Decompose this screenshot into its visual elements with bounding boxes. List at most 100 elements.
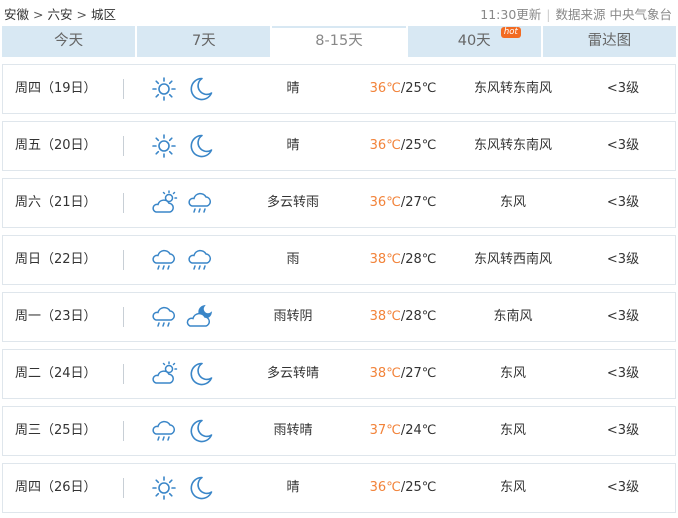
wind-direction: 东风 bbox=[499, 195, 526, 210]
forecast-row: 周六（21日） 多云转雨 36℃/27℃ 东风 <3级 bbox=[2, 178, 676, 228]
moon-icon bbox=[185, 75, 215, 103]
low-temperature: /24℃ bbox=[400, 423, 437, 438]
data-source-label: 数据来源 中央气象台 bbox=[555, 7, 672, 22]
temperature: 37℃/24℃ bbox=[353, 407, 453, 455]
breadcrumb-separator: > bbox=[33, 7, 44, 22]
row-divider bbox=[123, 364, 124, 384]
low-temperature: /27℃ bbox=[400, 366, 437, 381]
weather-icons bbox=[149, 474, 215, 502]
tab-7-days[interactable]: 7天 bbox=[137, 26, 271, 57]
breadcrumb-city[interactable]: 六安 bbox=[48, 7, 73, 22]
breadcrumb: 安徽 > 六安 > 城区 bbox=[4, 4, 116, 23]
high-temperature: 38℃ bbox=[369, 252, 401, 267]
top-bar: 安徽 > 六安 > 城区 11:30更新 | 数据来源 中央气象台 bbox=[0, 0, 678, 24]
forecast-day: 周四（19日） bbox=[15, 81, 97, 96]
weather-icons bbox=[149, 417, 215, 445]
high-temperature: 38℃ bbox=[369, 309, 401, 324]
weather-icons bbox=[149, 246, 215, 274]
wind-direction: 东风转西南风 bbox=[473, 252, 552, 267]
tab-radar[interactable]: 雷达图 bbox=[542, 26, 677, 57]
sun-icon bbox=[149, 75, 179, 103]
breadcrumb-district[interactable]: 城区 bbox=[91, 7, 116, 22]
partly-cloudy-icon bbox=[149, 189, 179, 217]
high-temperature: 36℃ bbox=[369, 480, 401, 495]
forecast-row: 周三（25日） 雨转晴 37℃/24℃ 东风 <3级 bbox=[2, 406, 676, 456]
wind-level: <3级 bbox=[606, 366, 640, 381]
forecast-row: 周五（20日） 晴 36℃/25℃ 东风转东南风 <3级 bbox=[2, 121, 676, 171]
weather-icons bbox=[149, 360, 215, 388]
wind-direction: 东风 bbox=[499, 366, 526, 381]
sun-icon bbox=[149, 132, 179, 160]
tab-today[interactable]: 今天 bbox=[2, 26, 136, 57]
wind-level: <3级 bbox=[606, 480, 640, 495]
wind-direction: 东南风 bbox=[493, 309, 533, 324]
weather-condition: 晴 bbox=[286, 138, 300, 153]
low-temperature: /25℃ bbox=[400, 480, 437, 495]
forecast-day: 周六（21日） bbox=[15, 195, 97, 210]
weather-condition: 多云转晴 bbox=[266, 366, 319, 381]
update-time: 11:30更新 bbox=[480, 7, 542, 22]
wind-level: <3级 bbox=[606, 423, 640, 438]
wind-level: <3级 bbox=[606, 138, 640, 153]
breadcrumb-province[interactable]: 安徽 bbox=[4, 7, 29, 22]
temperature: 36℃/25℃ bbox=[353, 464, 453, 512]
temperature: 36℃/25℃ bbox=[353, 65, 453, 113]
forecast-day: 周二（24日） bbox=[15, 366, 97, 381]
weather-condition: 雨 bbox=[286, 252, 300, 267]
low-temperature: /28℃ bbox=[400, 252, 437, 267]
moon-icon bbox=[185, 132, 215, 160]
forecast-row: 周四（26日） 晴 36℃/25℃ 东风 <3级 bbox=[2, 463, 676, 513]
high-temperature: 36℃ bbox=[369, 138, 401, 153]
temperature: 38℃/27℃ bbox=[353, 350, 453, 398]
forecast-row: 周日（22日） 雨 38℃/28℃ 东风转西南风 <3级 bbox=[2, 235, 676, 285]
weather-condition: 多云转雨 bbox=[266, 195, 319, 210]
hot-badge: hot bbox=[500, 27, 521, 38]
high-temperature: 38℃ bbox=[369, 366, 401, 381]
breadcrumb-separator: > bbox=[76, 7, 87, 22]
row-divider bbox=[123, 193, 124, 213]
rain-cloud-icon bbox=[149, 246, 179, 274]
forecast-day: 周三（25日） bbox=[15, 423, 97, 438]
forecast-day: 周四（26日） bbox=[15, 480, 97, 495]
forecast-row: 周一（23日） 雨转阴 38℃/28℃ 东南风 <3级 bbox=[2, 292, 676, 342]
weather-icons bbox=[149, 303, 215, 331]
tab-8-15-days[interactable]: 8-15天 bbox=[272, 26, 406, 57]
tab-40-days[interactable]: 40天 hot bbox=[407, 26, 541, 57]
rain-cloud-icon bbox=[185, 246, 215, 274]
moon-icon bbox=[185, 417, 215, 445]
weather-condition: 雨转阴 bbox=[273, 309, 313, 324]
low-temperature: /28℃ bbox=[400, 309, 437, 324]
high-temperature: 36℃ bbox=[369, 195, 401, 210]
low-temperature: /27℃ bbox=[400, 195, 437, 210]
row-divider bbox=[123, 478, 124, 498]
source-divider: | bbox=[546, 7, 551, 22]
wind-level: <3级 bbox=[606, 309, 640, 324]
forecast-row: 周二（24日） 多云转晴 38℃/27℃ 东风 <3级 bbox=[2, 349, 676, 399]
weather-condition: 晴 bbox=[286, 480, 300, 495]
temperature: 36℃/25℃ bbox=[353, 122, 453, 170]
temperature: 38℃/28℃ bbox=[353, 236, 453, 284]
weather-icons bbox=[149, 132, 215, 160]
wind-direction: 东风转东南风 bbox=[473, 81, 552, 96]
data-source-info: 11:30更新 | 数据来源 中央气象台 bbox=[480, 4, 672, 23]
wind-level: <3级 bbox=[606, 252, 640, 267]
low-temperature: /25℃ bbox=[400, 138, 437, 153]
row-divider bbox=[123, 136, 124, 156]
rain-cloud-icon bbox=[149, 303, 179, 331]
row-divider bbox=[123, 250, 124, 270]
row-divider bbox=[123, 421, 124, 441]
forecast-tabs: 今天 7天 8-15天 40天 hot 雷达图 bbox=[2, 26, 677, 57]
tab-40-days-label: 40天 bbox=[457, 33, 491, 49]
cloudy-night-icon bbox=[185, 303, 215, 331]
forecast-row: 周四（19日） 晴 36℃/25℃ 东风转东南风 <3级 bbox=[2, 64, 676, 114]
wind-direction: 东风转东南风 bbox=[473, 138, 552, 153]
rain-cloud-icon bbox=[149, 417, 179, 445]
wind-level: <3级 bbox=[606, 195, 640, 210]
high-temperature: 37℃ bbox=[369, 423, 401, 438]
weather-icons bbox=[149, 189, 215, 217]
forecast-day: 周日（22日） bbox=[15, 252, 97, 267]
wind-direction: 东风 bbox=[499, 480, 526, 495]
weather-condition: 晴 bbox=[286, 81, 300, 96]
rain-cloud-icon bbox=[185, 189, 215, 217]
weather-icons bbox=[149, 75, 215, 103]
